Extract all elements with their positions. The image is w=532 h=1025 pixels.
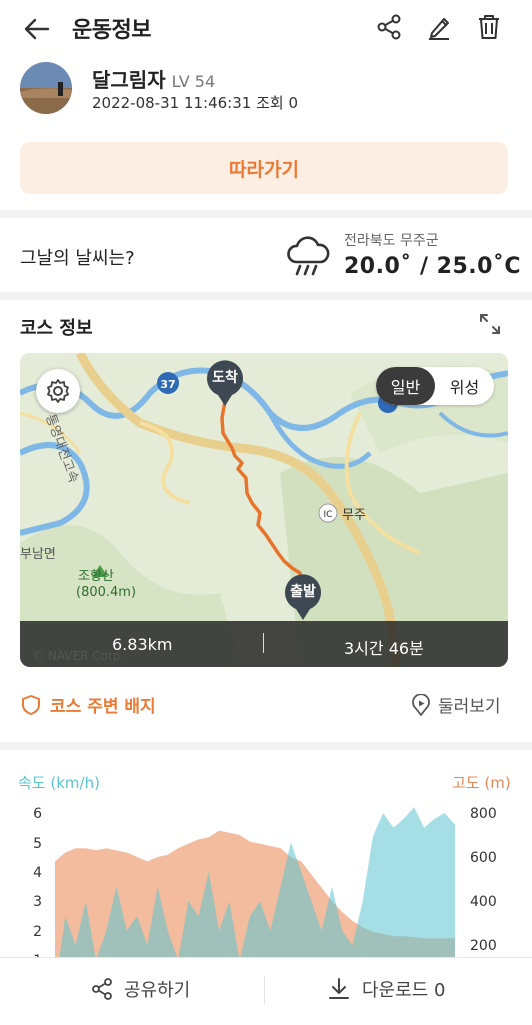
speed-tick-label: 6 bbox=[33, 806, 42, 822]
altitude-tick-label: 600 bbox=[470, 850, 497, 866]
altitude-tick-label: 200 bbox=[470, 938, 497, 954]
speed-axis-label: 속도 (km/h) bbox=[18, 774, 100, 792]
profile-section: 달그림자 LV 54 2022-08-31 11:46:31 조회 0 따라가기 bbox=[0, 58, 532, 210]
weather-location: 전라북도 무주군 bbox=[344, 233, 439, 249]
shield-icon bbox=[22, 694, 40, 715]
map-mode-normal[interactable]: 일반 bbox=[376, 367, 435, 405]
bottom-action-bar: 공유하기 다운로드 0 bbox=[0, 957, 532, 1025]
speed-tick-label: 4 bbox=[33, 865, 42, 881]
map-label-mountain: 조항산 bbox=[78, 569, 114, 584]
speed-tick-label: 3 bbox=[33, 894, 42, 910]
map-label-muju: 무주 bbox=[342, 508, 366, 523]
map-label-mountain-height: (800.4m) bbox=[76, 585, 137, 600]
user-name[interactable]: 달그림자 LV 54 bbox=[92, 64, 215, 93]
screen: 운동정보 달그림자 LV 54 2022-08-31 11:46:31 조회 0… bbox=[0, 0, 532, 1025]
map-label-region: 부남면 bbox=[20, 547, 56, 562]
expand-icon[interactable] bbox=[478, 312, 502, 336]
follow-button[interactable]: 따라가기 bbox=[20, 142, 508, 194]
course-badge-link[interactable]: 코스 주변 배지 bbox=[20, 692, 156, 717]
share-icon bbox=[92, 978, 112, 1000]
end-pin-label: 도착 bbox=[212, 370, 238, 386]
course-title: 코스 정보 bbox=[20, 318, 93, 339]
start-pin[interactable]: 출발 bbox=[284, 573, 322, 621]
back-arrow-icon[interactable] bbox=[22, 14, 52, 44]
altitude-tick-label: 800 bbox=[470, 806, 497, 822]
trash-icon[interactable] bbox=[474, 12, 504, 42]
play-location-icon bbox=[412, 693, 430, 716]
share-icon[interactable] bbox=[374, 12, 404, 42]
start-pin-label: 출발 bbox=[290, 584, 316, 600]
share-label: 공유하기 bbox=[124, 980, 191, 1001]
end-pin[interactable]: 도착 bbox=[206, 359, 244, 407]
download-icon bbox=[329, 978, 349, 999]
post-meta: 2022-08-31 11:46:31 조회 0 bbox=[92, 94, 298, 112]
lookaround-link[interactable]: 둘러보기 bbox=[410, 692, 501, 717]
altitude-tick-label: 400 bbox=[470, 894, 497, 910]
speed-altitude-chart[interactable]: 654321800600400200 bbox=[0, 800, 532, 970]
map-mode-satellite[interactable]: 위성 bbox=[435, 367, 494, 405]
weather-temperature: 20.0˚ / 25.0˚C bbox=[344, 254, 522, 279]
page-title: 운동정보 bbox=[72, 18, 151, 43]
lookaround-label: 둘러보기 bbox=[438, 697, 501, 717]
speed-tick-label: 2 bbox=[33, 924, 42, 940]
course-map[interactable]: 37 IC 무주 조항산 (800.4m) 부남면 통영대전고속 일반 위성 도… bbox=[20, 353, 508, 667]
map-attribution: © NAVER Corp. bbox=[32, 649, 125, 663]
road-number-label: 37 bbox=[160, 378, 175, 391]
download-label: 다운로드 0 bbox=[362, 980, 446, 1001]
course-duration: 3시간 46분 bbox=[344, 639, 424, 658]
user-level: LV 54 bbox=[171, 72, 216, 91]
speed-tick-label: 5 bbox=[33, 836, 42, 852]
gear-icon bbox=[47, 379, 69, 403]
course-badge-label: 코스 주변 배지 bbox=[50, 697, 156, 717]
altitude-axis-label: 고도 (m) bbox=[452, 774, 511, 792]
rain-cloud-icon bbox=[287, 236, 330, 276]
ic-badge-label: IC bbox=[324, 510, 333, 520]
map-mode-toggle: 일반 위성 bbox=[376, 367, 494, 405]
avatar[interactable] bbox=[20, 62, 72, 114]
weather-section: 그날의 날씨는? 전라북도 무주군 20.0˚ / 25.0˚C bbox=[0, 218, 532, 292]
app-header: 운동정보 bbox=[0, 0, 532, 58]
summary-divider bbox=[263, 633, 264, 653]
user-name-text: 달그림자 bbox=[92, 68, 166, 92]
bottom-divider bbox=[264, 976, 265, 1004]
weather-question: 그날의 날씨는? bbox=[20, 248, 135, 269]
course-section: 코스 정보 37 IC 무주 조항산 (800.4m) 부남면 통영대전고속 일… bbox=[0, 300, 532, 742]
map-settings-button[interactable] bbox=[36, 369, 80, 413]
download-button[interactable]: 다운로드 0 bbox=[326, 976, 445, 1002]
edit-icon[interactable] bbox=[424, 12, 454, 42]
share-button[interactable]: 공유하기 bbox=[90, 976, 190, 1002]
